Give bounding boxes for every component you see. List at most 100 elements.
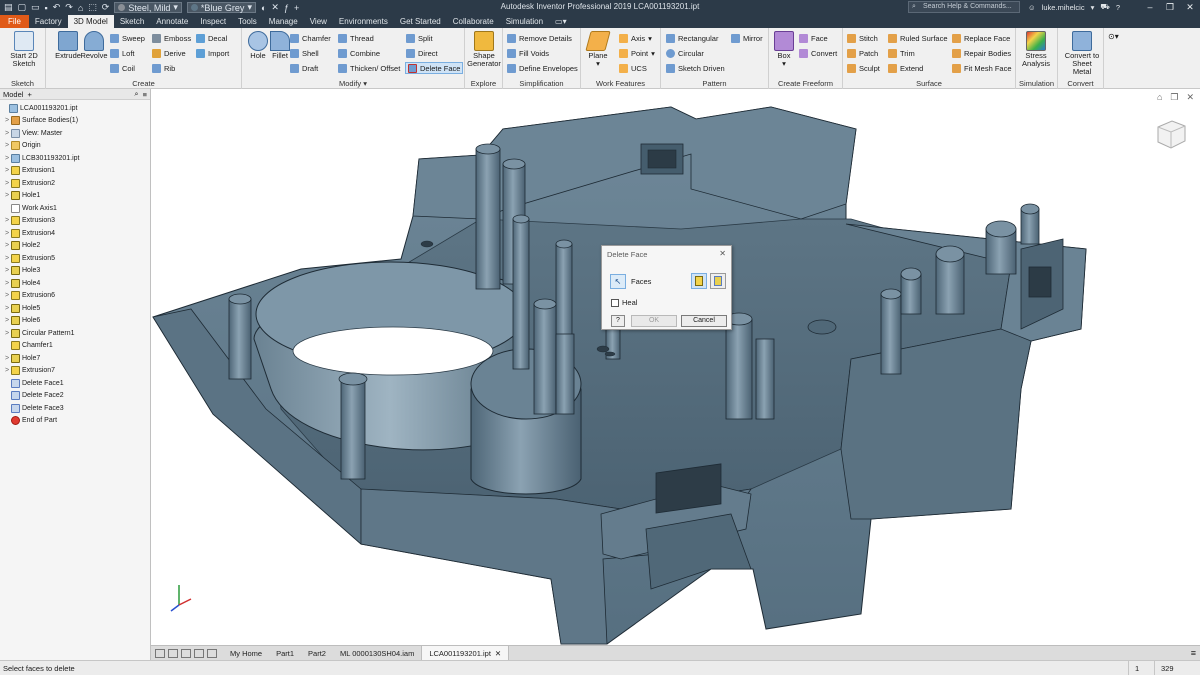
freeform-convert-button[interactable]: Convert xyxy=(799,47,837,59)
help-icon[interactable]: ? xyxy=(1116,3,1120,12)
expand-icon[interactable]: > xyxy=(3,142,11,149)
point-button[interactable]: Point ▾ xyxy=(619,47,655,59)
minimize-icon[interactable]: – xyxy=(1140,0,1160,15)
tree-node[interactable]: End of Part xyxy=(0,415,150,428)
fill-voids-button[interactable]: Fill Voids xyxy=(507,47,549,59)
panel-label[interactable]: Modify ▾ xyxy=(242,79,464,88)
expand-icon[interactable]: > xyxy=(3,167,11,174)
expand-icon[interactable]: > xyxy=(3,292,11,299)
sculpt-button[interactable]: Sculpt xyxy=(847,62,880,74)
undo-icon[interactable]: ↶ xyxy=(53,2,61,13)
direct-button[interactable]: Direct xyxy=(406,47,438,59)
define-envelopes-button[interactable]: Define Envelopes xyxy=(507,62,578,74)
box-button[interactable]: Box ▾ xyxy=(767,31,801,68)
tab-simulation[interactable]: Simulation xyxy=(500,15,549,28)
close-icon[interactable]: ✕ xyxy=(495,649,501,658)
part-model[interactable] xyxy=(151,89,1200,645)
cart-icon[interactable]: ⛟ xyxy=(1100,2,1109,12)
shape-generator-button[interactable]: Shape Generator xyxy=(467,31,501,68)
doc-tabs-menu-icon[interactable]: ≡ xyxy=(1191,648,1200,658)
tab-3d-model[interactable]: 3D Model xyxy=(67,15,114,28)
expand-icon[interactable]: > xyxy=(3,267,11,274)
new-window-icon[interactable] xyxy=(207,648,217,658)
tree-node[interactable]: > Hole6 xyxy=(0,315,150,328)
tile-vertical-icon[interactable] xyxy=(168,648,178,658)
tree-node[interactable]: > Surface Bodies(1) xyxy=(0,115,150,128)
tab-tools[interactable]: Tools xyxy=(232,15,263,28)
sweep-button[interactable]: Sweep xyxy=(110,32,145,44)
expand-icon[interactable]: > xyxy=(3,242,11,249)
remove-details-button[interactable]: Remove Details xyxy=(507,32,572,44)
select-icon[interactable]: ⬚ xyxy=(88,2,97,13)
repair-bodies-button[interactable]: Repair Bodies xyxy=(952,47,1011,59)
home-icon[interactable]: ⌂ xyxy=(78,3,83,13)
tree-node[interactable]: > LCB301193201.ipt xyxy=(0,152,150,165)
replace-face-button[interactable]: Replace Face xyxy=(952,32,1010,44)
update-icon[interactable]: ⟳ xyxy=(102,2,110,13)
search-icon[interactable]: ⌕ xyxy=(134,89,138,99)
home-view-icon[interactable]: ⌂ xyxy=(1157,92,1162,103)
tree-node[interactable]: Delete Face3 xyxy=(0,402,150,415)
doc-tab-part2[interactable]: Part2 xyxy=(301,646,333,661)
thicken-offset-button[interactable]: Thicken/ Offset xyxy=(338,62,400,74)
tile-horizontal-icon[interactable] xyxy=(181,648,191,658)
ok-button[interactable]: OK xyxy=(631,315,677,327)
heal-checkbox[interactable]: Heal xyxy=(611,298,637,307)
patch-button[interactable]: Patch xyxy=(847,47,878,59)
tree-node[interactable]: Delete Face2 xyxy=(0,390,150,403)
search-input[interactable]: ⌕ Search Help & Commands... xyxy=(908,1,1020,13)
tree-node[interactable]: > Hole2 xyxy=(0,240,150,253)
close-view-icon[interactable]: ✕ xyxy=(1186,92,1194,103)
expand-icon[interactable]: > xyxy=(3,367,11,374)
tree-node[interactable]: > Circular Pattern1 xyxy=(0,327,150,340)
lump-void-mode-button[interactable] xyxy=(710,273,726,289)
expand-icon[interactable]: > xyxy=(3,355,11,362)
expand-icon[interactable]: > xyxy=(3,117,11,124)
tree-node[interactable]: > Extrusion4 xyxy=(0,227,150,240)
tree-node[interactable]: > Extrusion2 xyxy=(0,177,150,190)
chamfer-button[interactable]: Chamfer xyxy=(290,32,331,44)
graphics-window[interactable]: ⌂ ❐ ✕ xyxy=(151,89,1200,645)
tree-node[interactable]: LCA001193201.ipt xyxy=(0,102,150,115)
fx-icon[interactable]: ƒ xyxy=(284,3,289,13)
arrange-icon[interactable] xyxy=(194,648,204,658)
split-button[interactable]: Split xyxy=(406,32,433,44)
faces-select-button[interactable]: ↖ xyxy=(610,274,626,289)
tree-node[interactable]: Chamfer1 xyxy=(0,340,150,353)
tree-node[interactable]: > Extrusion1 xyxy=(0,165,150,178)
start-sketch-button[interactable]: Start 2D Sketch xyxy=(5,31,43,68)
expand-icon[interactable]: > xyxy=(3,280,11,287)
tab-manage[interactable]: Manage xyxy=(263,15,304,28)
ruled-surface-button[interactable]: Ruled Surface xyxy=(888,32,948,44)
new-icon[interactable]: ▢ xyxy=(18,2,27,13)
fit-mesh-face-button[interactable]: Fit Mesh Face xyxy=(952,62,1012,74)
expand-icon[interactable]: > xyxy=(3,192,11,199)
expand-icon[interactable]: > xyxy=(3,180,11,187)
redo-icon[interactable]: ↷ xyxy=(65,2,73,13)
ribbon-toggle-icon[interactable]: ▭▾ xyxy=(549,15,573,28)
app-menu-icon[interactable]: ▤ xyxy=(4,2,13,13)
tree-node[interactable]: > Hole1 xyxy=(0,190,150,203)
menu-icon[interactable]: ≡ xyxy=(143,90,147,99)
tree-node[interactable]: > Hole3 xyxy=(0,265,150,278)
ribbon-options-icon[interactable]: ⊙▾ xyxy=(1108,32,1119,41)
coil-button[interactable]: Coil xyxy=(110,62,135,74)
thread-button[interactable]: Thread xyxy=(338,32,374,44)
delete-face-button[interactable]: Delete Face xyxy=(405,62,464,74)
user-area[interactable]: ☺ luke.mihelcic ▾ ⛟ ? xyxy=(1028,2,1120,12)
doc-tab-part1[interactable]: Part1 xyxy=(269,646,301,661)
circular-pattern-button[interactable]: Circular xyxy=(666,47,704,59)
expand-icon[interactable]: > xyxy=(3,317,11,324)
cascade-icon[interactable] xyxy=(155,648,165,658)
tree-node[interactable]: > Hole5 xyxy=(0,302,150,315)
decal-button[interactable]: Decal xyxy=(196,32,227,44)
help-button[interactable]: ? xyxy=(611,315,625,327)
tab-annotate[interactable]: Annotate xyxy=(150,15,194,28)
ucs-button[interactable]: UCS xyxy=(619,62,647,74)
tree-node[interactable]: > Hole7 xyxy=(0,352,150,365)
tree-node[interactable]: > Extrusion7 xyxy=(0,365,150,378)
stress-analysis-button[interactable]: Stress Analysis xyxy=(1019,31,1053,68)
tab-view[interactable]: View xyxy=(304,15,333,28)
add-tab-icon[interactable]: + xyxy=(27,90,31,99)
restore-icon[interactable]: ❐ xyxy=(1160,0,1180,15)
